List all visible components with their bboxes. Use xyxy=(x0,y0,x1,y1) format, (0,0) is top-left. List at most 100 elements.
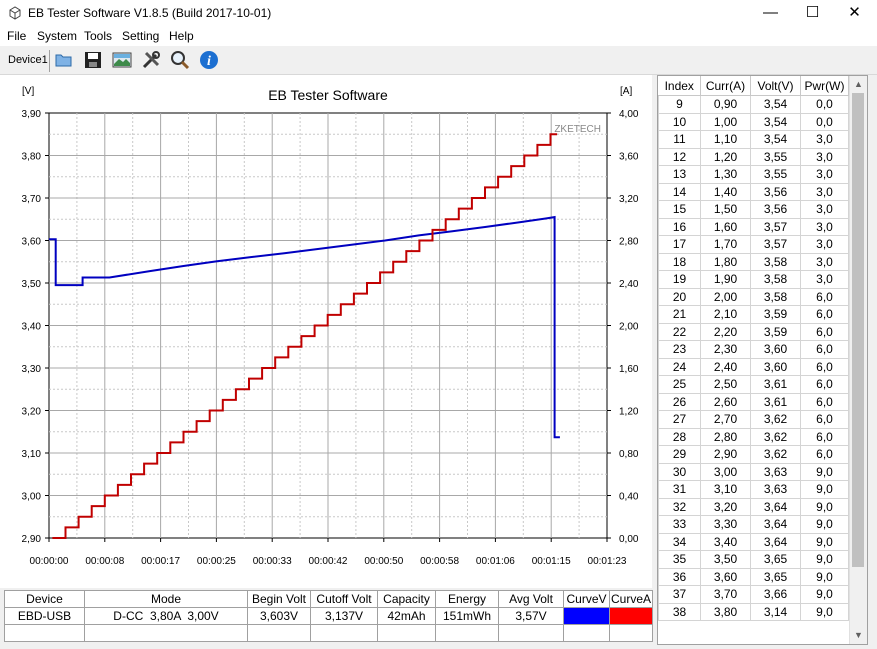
header-energy: Energy xyxy=(435,590,499,608)
list-row[interactable]: 9 0,90 3,54 0,0 xyxy=(658,95,849,114)
close-button[interactable]: ✕ xyxy=(832,0,877,26)
menu-setting[interactable]: Setting xyxy=(122,29,159,43)
y-right-tick-label: 2,00 xyxy=(619,322,639,333)
list-row[interactable]: 10 1,00 3,54 0,0 xyxy=(658,112,849,131)
summary-row[interactable]: EBD-USB D-CC 3,80A 3,00V 3,603V 3,137V 4… xyxy=(4,607,653,625)
scroll-up-icon[interactable]: ▲ xyxy=(850,76,867,93)
list-row[interactable]: 34 3,40 3,64 9,0 xyxy=(658,532,849,551)
menu-system[interactable]: System xyxy=(37,29,77,43)
list-row[interactable]: 19 1,90 3,58 3,0 xyxy=(658,270,849,289)
list-row[interactable]: 25 2,50 3,61 6,0 xyxy=(658,375,849,394)
header-begin-volt: Begin Volt xyxy=(247,590,311,608)
cell-index: 38 xyxy=(658,602,701,621)
list-row[interactable]: 38 3,80 3,14 9,0 xyxy=(658,602,849,621)
list-row[interactable]: 11 1,10 3,54 3,0 xyxy=(658,130,849,149)
list-row[interactable]: 24 2,40 3,60 6,0 xyxy=(658,357,849,376)
list-row[interactable]: 32 3,20 3,64 9,0 xyxy=(658,497,849,516)
list-row[interactable]: 37 3,70 3,66 9,0 xyxy=(658,585,849,604)
list-row[interactable]: 26 2,60 3,61 6,0 xyxy=(658,392,849,411)
curve-a-swatch[interactable] xyxy=(609,607,653,625)
menu-help[interactable]: Help xyxy=(169,29,194,43)
list-row[interactable]: 20 2,00 3,58 6,0 xyxy=(658,287,849,306)
list-row[interactable]: 30 3,00 3,63 9,0 xyxy=(658,462,849,481)
list-row[interactable]: 18 1,80 3,58 3,0 xyxy=(658,252,849,271)
cell-power: 6,0 xyxy=(800,305,849,324)
cell-current: 3,80 xyxy=(700,602,751,621)
minimize-button[interactable]: — xyxy=(748,0,793,26)
tools-icon[interactable] xyxy=(140,49,162,71)
list-row[interactable]: 33 3,30 3,64 9,0 xyxy=(658,515,849,534)
cell-current: 2,00 xyxy=(700,287,751,306)
menu-tools[interactable]: Tools xyxy=(84,29,112,43)
cell-index: 33 xyxy=(658,515,701,534)
list-row[interactable]: 21 2,10 3,59 6,0 xyxy=(658,305,849,324)
cell-current: 3,30 xyxy=(700,515,751,534)
list-row[interactable]: 14 1,40 3,56 3,0 xyxy=(658,182,849,201)
cell-device: EBD-USB xyxy=(4,607,85,625)
cell-index: 14 xyxy=(658,182,701,201)
cell-current: 2,30 xyxy=(700,340,751,359)
list-row[interactable]: 23 2,30 3,60 6,0 xyxy=(658,340,849,359)
x-tick-label: 00:00:33 xyxy=(253,556,292,567)
x-tick-label: 00:01:23 xyxy=(588,556,627,567)
cell-voltage: 3,57 xyxy=(750,235,801,254)
cell-power: 3,0 xyxy=(800,252,849,271)
cell-index: 15 xyxy=(658,200,701,219)
list-row[interactable]: 28 2,80 3,62 6,0 xyxy=(658,427,849,446)
header-index[interactable]: Index xyxy=(658,76,701,96)
x-tick-label: 00:00:17 xyxy=(141,556,180,567)
list-row[interactable]: 13 1,30 3,55 3,0 xyxy=(658,165,849,184)
list-scrollbar[interactable]: ▲ ▼ xyxy=(849,76,867,644)
list-row[interactable]: 27 2,70 3,62 6,0 xyxy=(658,410,849,429)
x-tick-label: 00:00:50 xyxy=(364,556,403,567)
cell-current: 3,50 xyxy=(700,550,751,569)
scroll-down-icon[interactable]: ▼ xyxy=(850,627,867,644)
cell-index: 16 xyxy=(658,217,701,236)
cell-index: 29 xyxy=(658,445,701,464)
cell-index: 18 xyxy=(658,252,701,271)
list-row[interactable]: 15 1,50 3,56 3,0 xyxy=(658,200,849,219)
list-row[interactable]: 35 3,50 3,65 9,0 xyxy=(658,550,849,569)
save-icon[interactable] xyxy=(82,49,104,71)
list-row[interactable]: 12 1,20 3,55 3,0 xyxy=(658,147,849,166)
list-row[interactable]: 16 1,60 3,57 3,0 xyxy=(658,217,849,236)
cell-index: 12 xyxy=(658,147,701,166)
cell-voltage: 3,60 xyxy=(750,340,801,359)
header-curve-v: CurveV xyxy=(563,590,610,608)
y-left-tick-label: 3,20 xyxy=(22,407,42,418)
search-icon[interactable] xyxy=(169,49,191,71)
cell-voltage: 3,63 xyxy=(750,462,801,481)
cell-index: 19 xyxy=(658,270,701,289)
y-right-tick-label: 4,00 xyxy=(619,109,639,120)
header-voltage[interactable]: Volt(V) xyxy=(750,76,801,96)
list-row[interactable]: 29 2,90 3,62 6,0 xyxy=(658,445,849,464)
header-current[interactable]: Curr(A) xyxy=(700,76,751,96)
y-left-tick-label: 3,70 xyxy=(22,194,42,205)
cell-current: 2,70 xyxy=(700,410,751,429)
cell-index: 22 xyxy=(658,322,701,341)
header-power[interactable]: Pwr(W) xyxy=(800,76,849,96)
summary-table: Device Mode Begin Volt Cutoff Volt Capac… xyxy=(4,590,653,642)
scroll-thumb[interactable] xyxy=(852,93,864,567)
info-icon[interactable]: i xyxy=(198,49,220,71)
cell-voltage: 3,55 xyxy=(750,147,801,166)
device-tab[interactable]: Device1 xyxy=(8,54,48,66)
x-tick-label: 00:00:58 xyxy=(420,556,459,567)
picture-icon[interactable] xyxy=(111,49,133,71)
header-avg-volt: Avg Volt xyxy=(498,590,564,608)
header-capacity: Capacity xyxy=(377,590,436,608)
menu-file[interactable]: File xyxy=(7,29,26,43)
list-row[interactable]: 36 3,60 3,65 9,0 xyxy=(658,567,849,586)
maximize-button[interactable]: ☐ xyxy=(790,0,835,26)
cell-power: 6,0 xyxy=(800,357,849,376)
curve-v-swatch[interactable] xyxy=(563,607,610,625)
data-list: Index Curr(A) Volt(V) Pwr(W) 9 0,90 3,54 0,… xyxy=(658,76,849,621)
list-row[interactable]: 31 3,10 3,63 9,0 xyxy=(658,480,849,499)
cell-voltage: 3,65 xyxy=(750,567,801,586)
list-row[interactable]: 17 1,70 3,57 3,0 xyxy=(658,235,849,254)
toolbar: Device1 i xyxy=(0,46,877,75)
list-row[interactable]: 22 2,20 3,59 6,0 xyxy=(658,322,849,341)
open-folder-icon[interactable] xyxy=(53,49,75,71)
y-right-tick-label: 2,40 xyxy=(619,279,639,290)
cell-index: 20 xyxy=(658,287,701,306)
